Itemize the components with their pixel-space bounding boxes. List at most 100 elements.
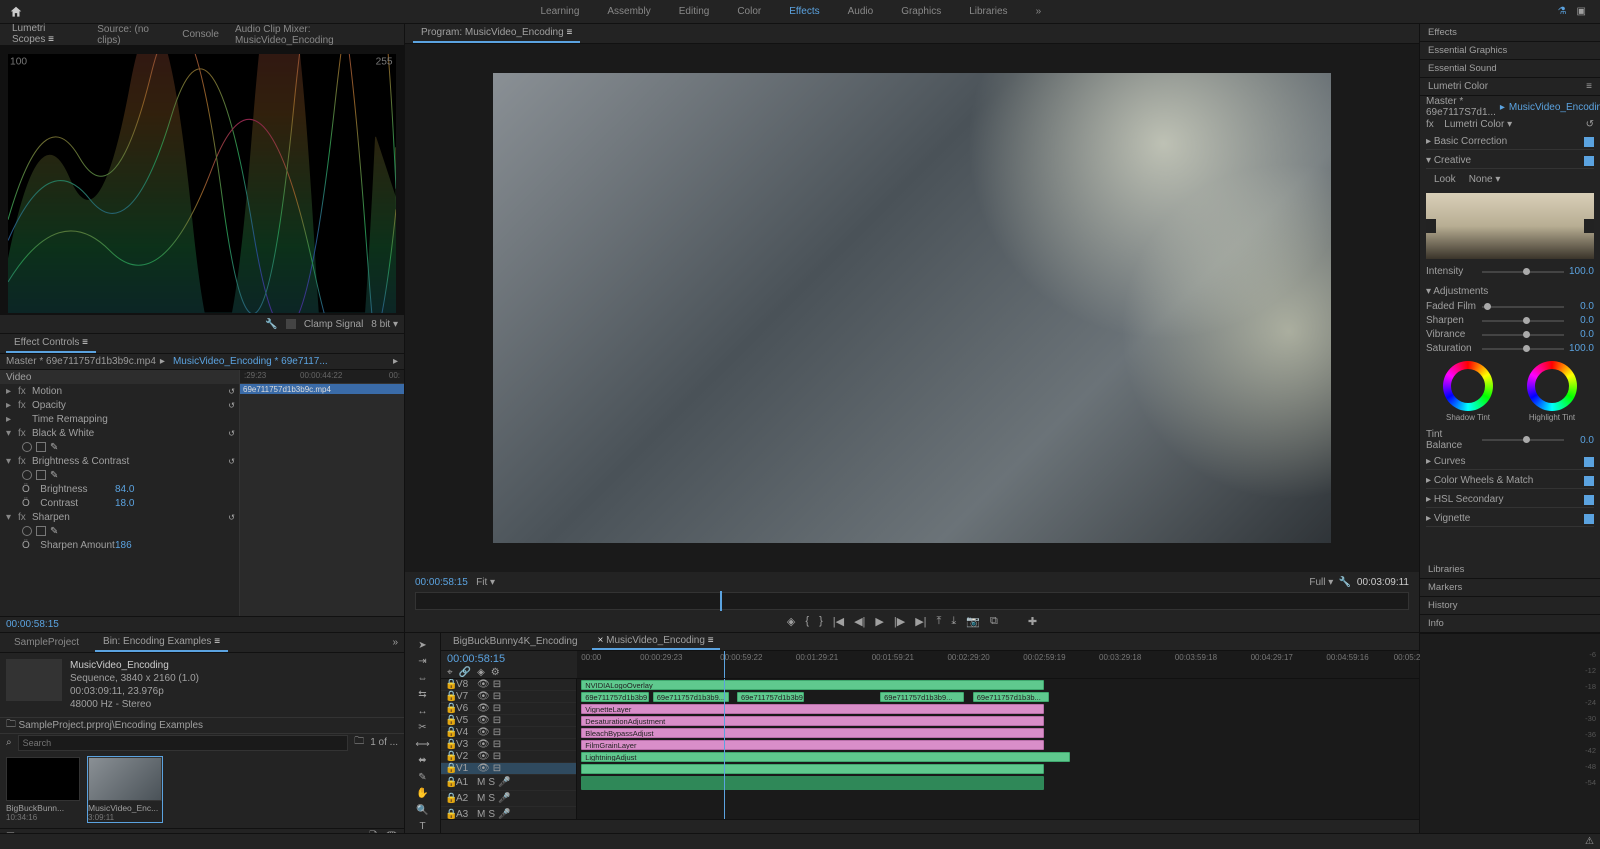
settings-icon[interactable]: ⚙	[491, 667, 500, 678]
clip[interactable]	[581, 764, 1044, 774]
clip[interactable]: VignetteLayer	[581, 704, 1044, 714]
home-icon[interactable]	[8, 4, 24, 20]
go-to-in-icon[interactable]: |◀	[833, 615, 844, 628]
workspace-effects[interactable]: Effects	[775, 2, 833, 21]
tab-essential-sound[interactable]: Essential Sound	[1420, 60, 1600, 78]
tab-info[interactable]: Info	[1420, 615, 1600, 633]
ec-param-brightness[interactable]: Ö Brightness84.0	[0, 482, 239, 496]
tab-encoding-examples[interactable]: Bin: Encoding Examples ≡	[95, 633, 228, 652]
lift-icon[interactable]: ⤒	[937, 615, 942, 628]
reset-icon[interactable]: ↺	[228, 429, 235, 438]
clip[interactable]: LightningAdjust	[581, 752, 1069, 762]
timeline-ruler[interactable]: 00:00 00:00:29:23 00:00:59:22 00:01:29:2…	[577, 651, 1419, 678]
comparison-icon[interactable]: ⧉	[990, 615, 998, 628]
export-frame-icon[interactable]: 📷	[966, 615, 980, 628]
workspace-graphics[interactable]: Graphics	[887, 2, 955, 21]
tab-effects-panel[interactable]: Effects	[1420, 24, 1600, 42]
extract-icon[interactable]: ⤓	[951, 615, 956, 628]
razor-tool-icon[interactable]: ✂	[416, 722, 430, 735]
workspace-assembly[interactable]: Assembly	[593, 2, 664, 21]
track-header-a1[interactable]: 🔒A1MS🎤	[441, 775, 576, 791]
section-enable-checkbox[interactable]	[1584, 495, 1594, 505]
wrench-icon[interactable]: 🔧	[265, 319, 277, 330]
section-enable-checkbox[interactable]	[1584, 514, 1594, 524]
sequence-tab[interactable]: × MusicVideo_Encoding ≡	[592, 633, 720, 650]
highlight-tint-wheel[interactable]: Highlight Tint	[1526, 361, 1578, 422]
clip[interactable]: BleachBypassAdjust	[581, 728, 1044, 738]
reset-icon[interactable]: ↺	[1586, 119, 1594, 130]
audio-clip[interactable]	[581, 776, 1044, 790]
ec-param-contrast[interactable]: Ö Contrast18.0	[0, 496, 239, 510]
panel-overflow-icon[interactable]: »	[392, 637, 398, 648]
track-header-a2[interactable]: 🔒A2MS🎤	[441, 791, 576, 807]
track-header-v6[interactable]: 🔒V6👁⊟	[441, 703, 576, 715]
mark-in-icon[interactable]: {	[805, 615, 809, 627]
timeline-clip-area[interactable]: NVIDIALogoOverlay 69e711757d1b3b9... 69e…	[577, 679, 1419, 819]
add-marker-icon[interactable]: ◈	[477, 667, 485, 678]
slider-tint-balance[interactable]: Tint Balance0.0	[1426, 429, 1594, 451]
bin-icon[interactable]: 🗀	[6, 717, 16, 734]
lumetri-seq-link[interactable]: MusicVideo_Encodin...	[1509, 102, 1600, 113]
section-basic-correction[interactable]: ▸ Basic Correction	[1426, 134, 1594, 150]
ec-row-time-remap[interactable]: ▸Time Remapping	[0, 412, 239, 426]
playhead-icon[interactable]	[720, 591, 722, 611]
go-to-out-icon[interactable]: ▶|	[915, 615, 926, 628]
tab-history[interactable]: History	[1420, 597, 1600, 615]
section-color-wheels[interactable]: ▸ Color Wheels & Match	[1426, 473, 1594, 489]
tab-markers[interactable]: Markers	[1420, 579, 1600, 597]
linked-selection-icon[interactable]: 🔗	[459, 667, 471, 678]
type-tool-icon[interactable]: T	[416, 821, 430, 834]
tab-sampleproject[interactable]: SampleProject	[6, 634, 87, 651]
workspace-audio[interactable]: Audio	[834, 2, 888, 21]
play-icon[interactable]: ▶	[875, 615, 883, 628]
timeline-playhead-tc[interactable]: 00:00:58:15	[447, 653, 571, 665]
look-preview[interactable]	[1426, 193, 1594, 259]
ec-row-motion[interactable]: ▸fxMotion↺	[0, 384, 239, 398]
new-bin-icon[interactable]: 🗀	[354, 734, 364, 751]
clip[interactable]: DesaturationAdjustment	[581, 716, 1044, 726]
workspace-overflow-icon[interactable]: »	[1022, 2, 1056, 21]
track-header-a3[interactable]: 🔒A3MS🎤	[441, 807, 576, 819]
slide-tool-icon[interactable]: ⬌	[416, 755, 430, 768]
selection-tool-icon[interactable]: ➤	[416, 639, 430, 652]
button-editor-icon[interactable]: ✚	[1028, 615, 1037, 628]
ec-row-brightness-contrast[interactable]: ▾fxBrightness & Contrast↺	[0, 454, 239, 468]
track-header-v3[interactable]: 🔒V3👁⊟	[441, 739, 576, 751]
sequence-tab[interactable]: BigBuckBunny4K_Encoding	[447, 634, 584, 649]
ec-row-bw[interactable]: ▾fxBlack & White↺	[0, 426, 239, 440]
ec-sequence-link[interactable]: MusicVideo_Encoding * 69e7117...	[173, 356, 328, 367]
step-back-icon[interactable]: ◀|	[854, 615, 865, 628]
mark-out-icon[interactable]: }	[819, 615, 823, 627]
clip[interactable]: 69e711757d1b3b9...	[737, 692, 804, 702]
look-dropdown[interactable]: None ▾	[1469, 174, 1501, 185]
workspace-color[interactable]: Color	[723, 2, 775, 21]
shadow-tint-wheel[interactable]: Shadow Tint	[1442, 361, 1494, 422]
tab-console[interactable]: Console	[174, 26, 227, 43]
hand-tool-icon[interactable]: ✋	[416, 788, 430, 801]
add-marker-icon[interactable]: ◈	[787, 615, 795, 628]
track-header-v7[interactable]: 🔒V7👁⊟	[441, 691, 576, 703]
track-header-v2[interactable]: 🔒V2👁⊟	[441, 751, 576, 763]
section-enable-checkbox[interactable]	[1584, 476, 1594, 486]
program-tc-left[interactable]: 00:00:58:15	[415, 577, 468, 588]
program-scrub-bar[interactable]	[415, 592, 1409, 610]
step-forward-icon[interactable]: |▶	[894, 615, 905, 628]
project-item[interactable]: BigBuckBunn... 10:34:16	[6, 757, 80, 822]
program-quality-dropdown[interactable]: Full ▾	[1309, 577, 1333, 588]
reset-icon[interactable]: ↺	[228, 513, 235, 522]
ec-mask-tools[interactable]: ✎	[0, 524, 239, 538]
slider-sharpen[interactable]: Sharpen0.0	[1426, 315, 1594, 326]
clip[interactable]: 69e711757d1b3b...	[973, 692, 1049, 702]
workspace-editing[interactable]: Editing	[665, 2, 724, 21]
ec-mask-tools[interactable]: ✎	[0, 440, 239, 454]
zoom-tool-icon[interactable]: 🔍	[416, 804, 430, 817]
adjustments-label[interactable]: Adjustments	[1433, 286, 1488, 297]
rate-stretch-icon[interactable]: ↔	[416, 705, 430, 718]
slider-faded-film[interactable]: Faded Film0.0	[1426, 301, 1594, 312]
slider-saturation[interactable]: Saturation100.0	[1426, 343, 1594, 354]
program-fit-dropdown[interactable]: Fit ▾	[476, 577, 495, 588]
tab-program[interactable]: Program: MusicVideo_Encoding ≡	[413, 24, 580, 43]
clip[interactable]: 69e711757d1b3b9...	[653, 692, 729, 702]
tab-effect-controls[interactable]: Effect Controls ≡	[6, 334, 96, 353]
section-enable-checkbox[interactable]	[1584, 457, 1594, 467]
